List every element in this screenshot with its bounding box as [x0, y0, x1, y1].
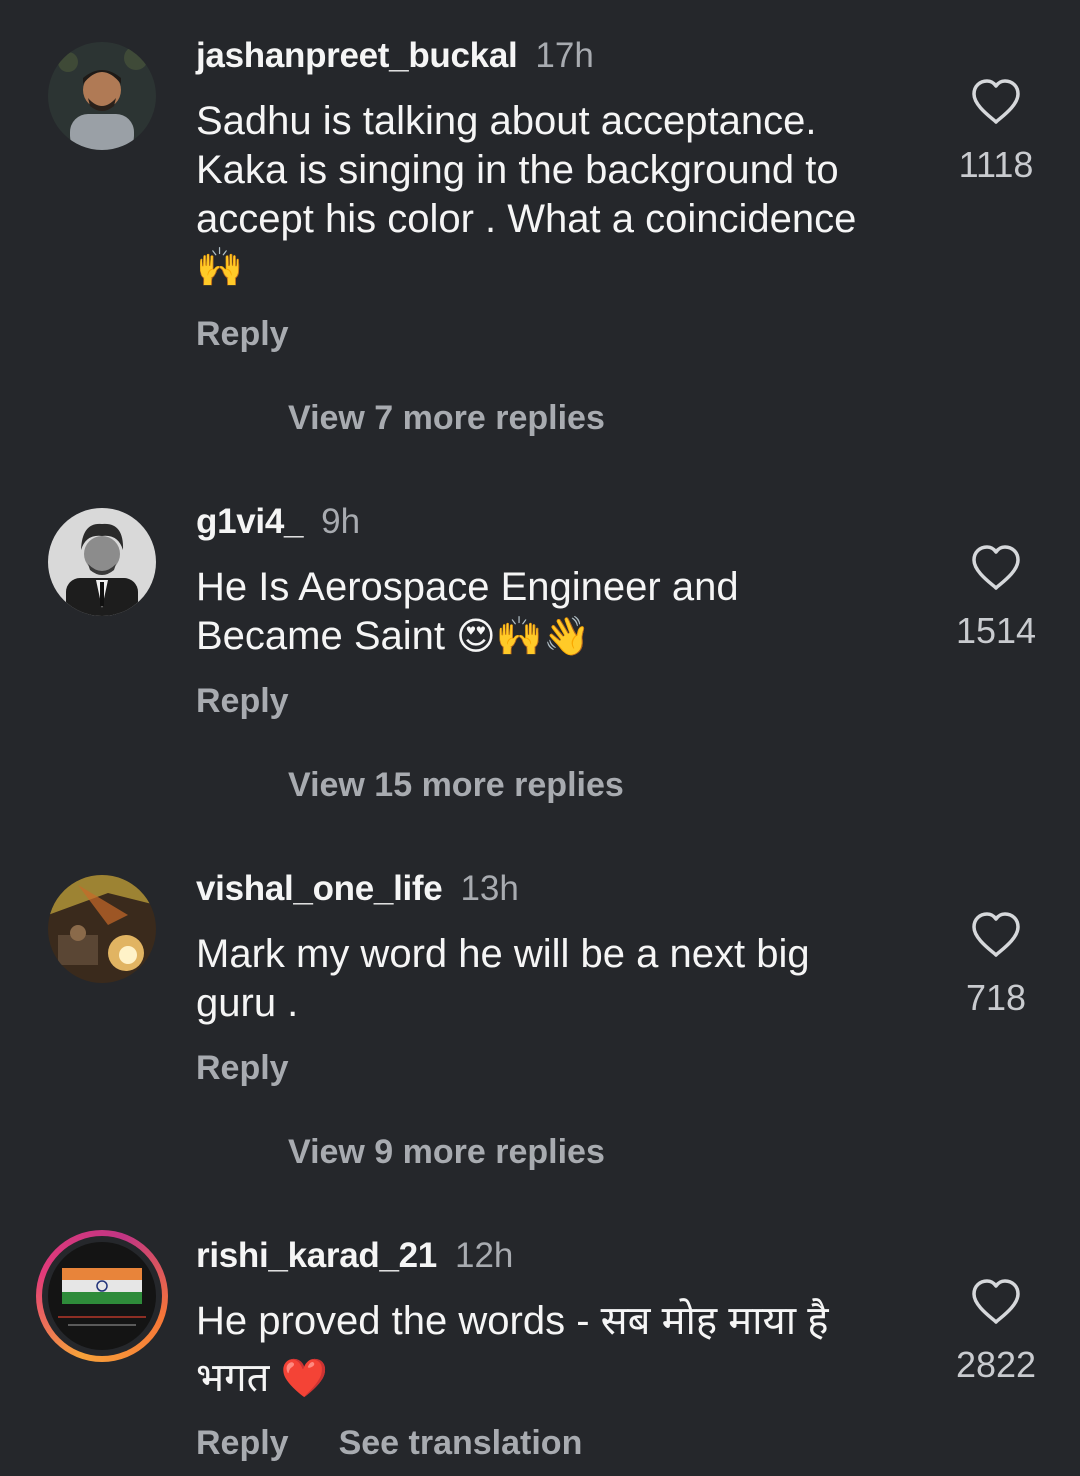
- emoji-group: 😍🙌👋: [456, 616, 591, 658]
- comment-item: jashanpreet_buckal 17h Sadhu is talking a…: [0, 0, 1080, 466]
- comment-text-line: He proved the words - सब मोह माया है: [196, 1299, 829, 1343]
- comment-text-line: He Is Aerospace Engineer and: [196, 565, 739, 609]
- reply-button[interactable]: Reply: [196, 682, 289, 720]
- timestamp: 12h: [454, 1236, 514, 1275]
- raising-hands-emoji: 🙌: [196, 247, 244, 289]
- username[interactable]: g1vi4_: [196, 502, 303, 541]
- comment-text: He Is Aerospace Engineer and Became Sain…: [196, 563, 916, 662]
- avatar[interactable]: [48, 42, 156, 150]
- comment-item: g1vi4_ 9h He Is Aerospace Engineer and Be…: [0, 466, 1080, 833]
- heart-outline-icon[interactable]: [970, 911, 1022, 959]
- timestamp: 9h: [321, 502, 361, 541]
- view-more-replies-button[interactable]: View 15 more replies: [288, 765, 624, 805]
- reply-button[interactable]: Reply: [196, 1424, 289, 1462]
- username[interactable]: vishal_one_life: [196, 869, 443, 908]
- view-more-replies-button[interactable]: View 9 more replies: [288, 1132, 605, 1172]
- view-more-replies-button[interactable]: View 7 more replies: [288, 398, 605, 438]
- comment-text: Sadhu is talking about acceptance. Kaka …: [196, 97, 916, 293]
- comment-header: jashanpreet_buckal 17h: [196, 34, 594, 78]
- comment-text: Mark my word he will be a next big guru …: [196, 930, 916, 1028]
- comment-item: vishal_one_life 13h Mark my word he will …: [0, 833, 1080, 1200]
- comment-header: rishi_karad_21 12h: [196, 1234, 513, 1278]
- like-count: 1514: [955, 610, 1037, 651]
- story-ring[interactable]: [36, 1230, 168, 1362]
- comment-text-line-with-emoji: भगत ❤️: [196, 1356, 328, 1400]
- comment-item: rishi_karad_21 12h He proved the words - …: [0, 1200, 1080, 1476]
- comment-text-line: guru .: [196, 981, 299, 1025]
- comment-text-line: Sadhu is talking about acceptance.: [196, 99, 817, 143]
- heart-outline-icon[interactable]: [970, 1278, 1022, 1326]
- avatar[interactable]: [48, 875, 156, 983]
- comment-actions: Reply: [196, 681, 289, 721]
- heart-outline-icon[interactable]: [970, 544, 1022, 592]
- avatar[interactable]: [48, 508, 156, 616]
- like-count: 2822: [955, 1344, 1037, 1385]
- like-count: 718: [965, 977, 1027, 1018]
- comment-text-line: Kaka is singing in the background to: [196, 148, 839, 192]
- comment-text-line-with-emoji: Became Saint 😍🙌👋: [196, 614, 591, 658]
- comment-text: He proved the words - सब मोह माया है भगत…: [196, 1297, 916, 1404]
- comment-header: g1vi4_ 9h: [196, 500, 360, 544]
- comment-actions: Reply See translation: [196, 1423, 582, 1463]
- comment-header: vishal_one_life 13h: [196, 867, 519, 911]
- comment-actions: Reply: [196, 1048, 289, 1088]
- comment-text-line: Mark my word he will be a next big: [196, 932, 810, 976]
- reply-button[interactable]: Reply: [196, 1049, 289, 1087]
- timestamp: 17h: [535, 36, 594, 75]
- comment-actions: Reply: [196, 314, 289, 354]
- timestamp: 13h: [460, 869, 519, 908]
- see-translation-button[interactable]: See translation: [339, 1424, 583, 1462]
- heart-outline-icon[interactable]: [970, 78, 1022, 126]
- username[interactable]: jashanpreet_buckal: [196, 36, 518, 75]
- avatar: [48, 1242, 156, 1350]
- like-count: 1118: [958, 144, 1034, 185]
- username[interactable]: rishi_karad_21: [196, 1236, 437, 1275]
- comment-text-line: accept his color . What a coincidence: [196, 197, 857, 241]
- reply-button[interactable]: Reply: [196, 315, 289, 353]
- red-heart-emoji: ❤️: [280, 1358, 328, 1400]
